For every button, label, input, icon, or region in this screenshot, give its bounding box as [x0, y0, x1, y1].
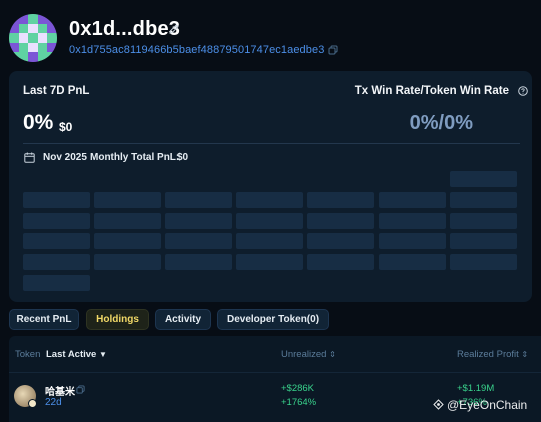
- avatar-pixel: [37, 42, 48, 53]
- avatar-pixel: [47, 14, 57, 24]
- divider: [9, 372, 541, 373]
- calendar-day-cell: [94, 233, 162, 250]
- column-header-realized-label: Realized Profit: [457, 349, 519, 360]
- wallet-header: 0x1d...dbe3 0x1d755ac8119466b5baef488795…: [0, 0, 541, 70]
- chain-badge-icon: [28, 399, 37, 408]
- calendar-day-cell: [236, 191, 304, 208]
- watermark-text: @EyeOnChain: [447, 398, 528, 412]
- calendar-day-cell: [236, 233, 304, 250]
- avatar-pixel: [37, 52, 48, 62]
- avatar-pixel: [9, 33, 19, 43]
- avatar-pixel: [9, 23, 19, 34]
- info-icon[interactable]: [518, 86, 528, 96]
- calendar-day-cell: [449, 171, 517, 187]
- realized-usd: +$1.19M: [457, 383, 495, 394]
- avatar-pixel: [47, 42, 57, 53]
- calendar-day-cell: [23, 275, 90, 291]
- column-header-token: Token: [15, 349, 41, 360]
- avatar-pixel: [9, 42, 19, 53]
- column-header-last-active-label: Last Active: [46, 349, 97, 360]
- column-header-unrealized-label: Unrealized: [281, 349, 327, 360]
- unrealized-usd: +$286K: [281, 383, 315, 394]
- column-header-unrealized[interactable]: Unrealized ⇕: [281, 349, 336, 360]
- avatar-pixel: [47, 23, 57, 34]
- calendar-month: Nov 2025: [43, 152, 87, 163]
- avatar-pixel: [18, 23, 29, 34]
- calendar-day-cell: [94, 212, 162, 229]
- token-last-active: 22d: [45, 397, 62, 408]
- avatar-pixel: [9, 52, 19, 62]
- token-name[interactable]: 哈基米: [45, 383, 75, 398]
- calendar-day-cell: [378, 191, 446, 208]
- avatar-pixel: [28, 33, 38, 43]
- win-rate-label: Tx Win Rate/Token Win Rate: [354, 85, 509, 97]
- pnl-7d-percent: 0%: [23, 111, 54, 134]
- calendar-day-cell: [449, 212, 517, 229]
- avatar-pixel: [28, 42, 38, 53]
- calendar-day-cell: [307, 233, 375, 250]
- calendar-day-cell: [23, 233, 90, 250]
- calendar-day-cell: [165, 212, 233, 229]
- avatar-pixel: [18, 33, 29, 43]
- avatar-pixel: [47, 33, 57, 43]
- sort-icon: ⇕: [521, 350, 529, 359]
- calendar-day-cell: [23, 191, 90, 208]
- copy-icon[interactable]: [76, 385, 85, 394]
- calendar-day-cell: [449, 191, 517, 208]
- avatar-pixel: [18, 52, 29, 62]
- tab-recent-pnl[interactable]: Recent PnL: [9, 309, 79, 330]
- calendar-day-cell: [449, 233, 517, 250]
- calendar-day-cell: [165, 254, 233, 271]
- wallet-name: 0x1d...dbe3: [69, 18, 181, 40]
- avatar-pixel: [28, 23, 38, 34]
- avatar-pixel: [37, 14, 48, 24]
- copy-icon[interactable]: [328, 45, 338, 55]
- column-header-last-active[interactable]: Last Active ▼: [46, 349, 107, 360]
- tab-developer-token[interactable]: Developer Token(0): [217, 309, 329, 330]
- calendar-day-cell: [378, 212, 446, 229]
- calendar-day-cell: [449, 254, 517, 271]
- calendar-day-cell: [94, 254, 162, 271]
- monthly-total-label: Monthly Total PnL:: [90, 152, 180, 163]
- pnl-7d-usd: $0: [59, 120, 73, 134]
- edit-icon[interactable]: [168, 23, 180, 35]
- avatar-pixel: [37, 23, 48, 34]
- calendar-day-cell: [307, 191, 375, 208]
- avatar-pixel: [28, 14, 38, 24]
- calendar-day-cell: [307, 212, 375, 229]
- avatar-pixel: [28, 52, 38, 62]
- pnl-7d-label: Last 7D PnL: [23, 85, 90, 97]
- monthly-total-value: $0: [177, 152, 189, 163]
- wallet-address: 0x1d755ac8119466b5baef48879501747ec1aedb…: [69, 44, 325, 56]
- tab-activity[interactable]: Activity: [155, 309, 211, 330]
- sort-icon: ⇕: [329, 350, 336, 359]
- calendar-day-cell: [23, 254, 90, 271]
- watermark: @EyeOnChain: [433, 398, 527, 412]
- tab-holdings[interactable]: Holdings: [86, 309, 149, 330]
- sort-desc-icon: ▼: [98, 350, 107, 359]
- calendar-day-cell: [307, 254, 375, 271]
- calendar-heatmap: [23, 171, 519, 293]
- calendar-day-cell: [23, 212, 90, 229]
- divider: [23, 143, 520, 144]
- avatar-pixel: [18, 42, 29, 53]
- eye-logo-icon: [433, 399, 444, 410]
- calendar-day-cell: [378, 254, 446, 271]
- avatar-pixel: [9, 14, 19, 24]
- calendar-day-cell: [236, 212, 304, 229]
- calendar-day-cell: [236, 254, 304, 271]
- win-rate-value: 0%/0%: [409, 112, 473, 134]
- calendar-day-cell: [94, 191, 162, 208]
- wallet-avatar: [9, 14, 57, 62]
- avatar-pixel: [18, 14, 29, 24]
- avatar-pixel: [47, 52, 57, 62]
- calendar-day-cell: [378, 233, 446, 250]
- avatar-pixel: [37, 33, 48, 43]
- pnl-summary-card: Last 7D PnL Tx Win Rate/Token Win Rate 0…: [9, 71, 532, 302]
- calendar-day-cell: [165, 191, 233, 208]
- unrealized-percent: +1764%: [281, 397, 317, 408]
- column-header-realized[interactable]: Realized Profit ⇕: [457, 349, 528, 360]
- calendar-day-cell: [165, 233, 233, 250]
- calendar-icon: [24, 152, 35, 163]
